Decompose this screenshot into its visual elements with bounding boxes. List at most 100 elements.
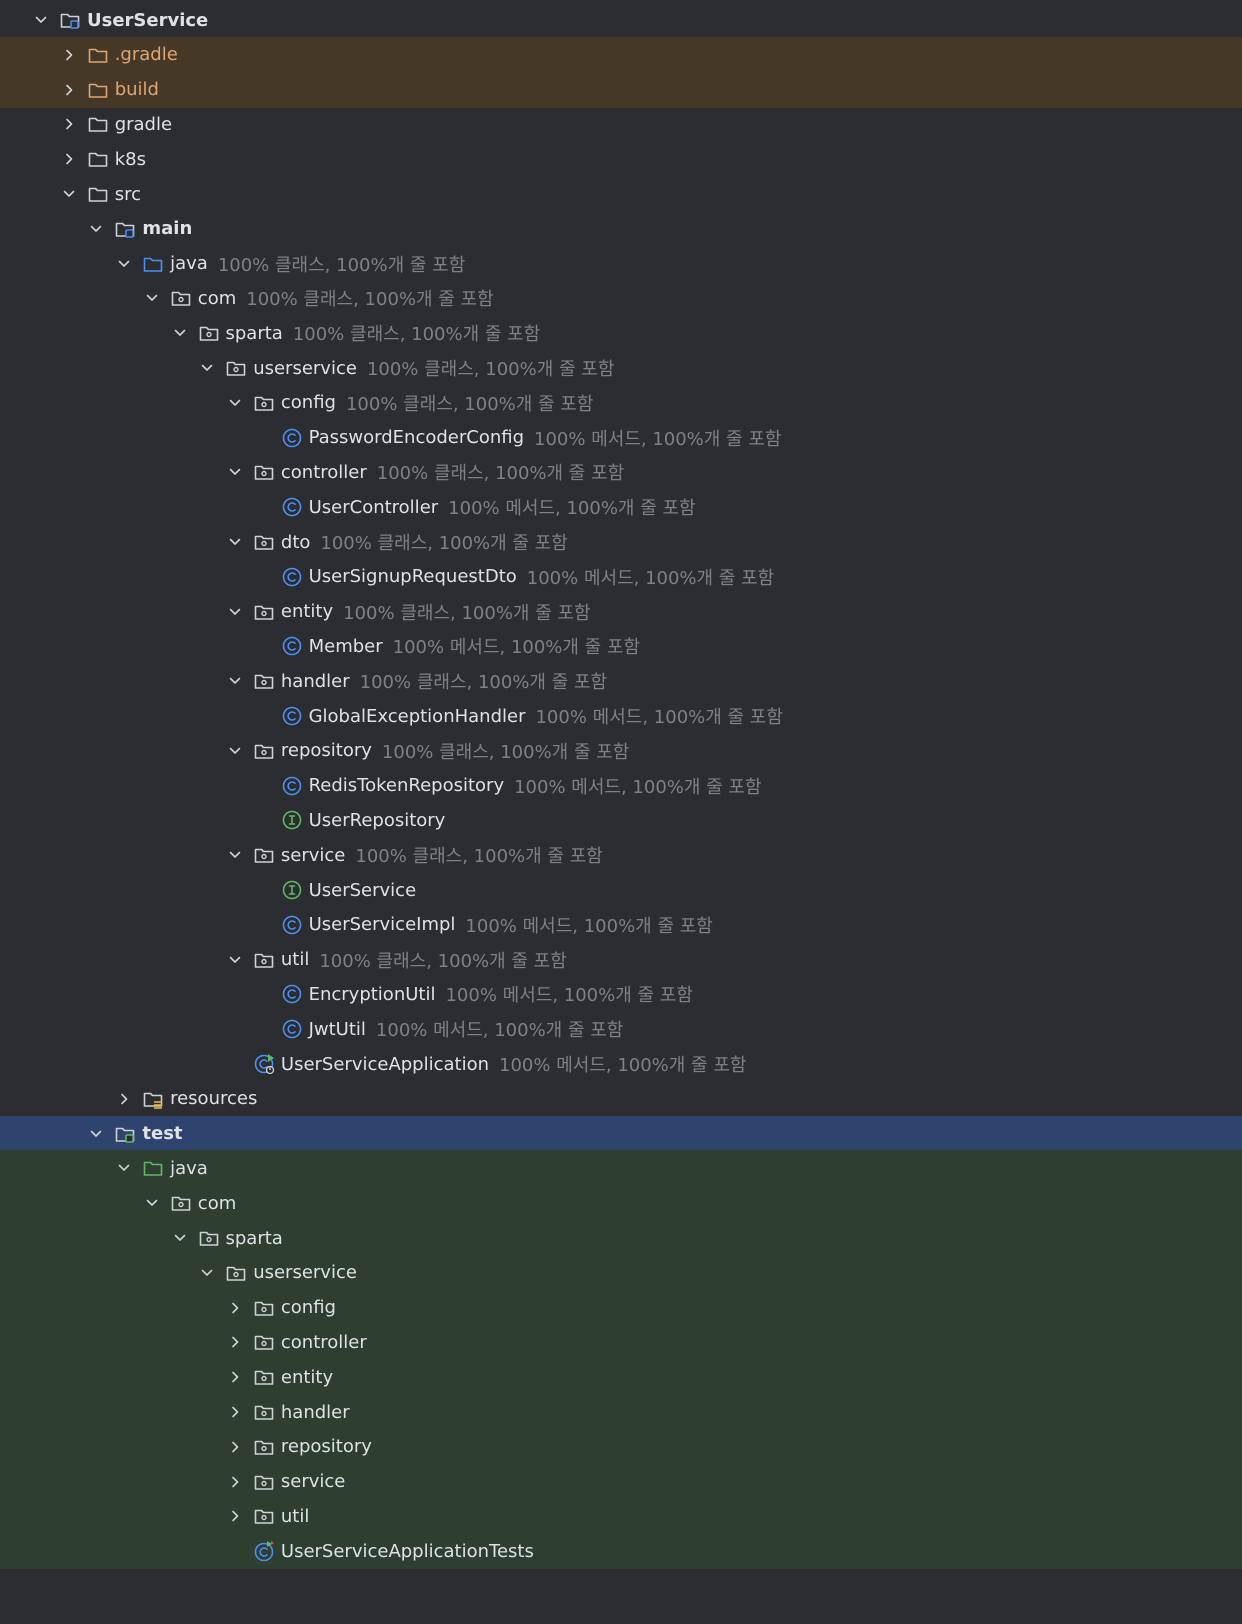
tree-node-label: Member — [308, 635, 383, 657]
tree-node-label: util — [280, 949, 310, 971]
tree-node-entity[interactable]: entity — [0, 1359, 1242, 1396]
tree-node-label: UserServiceImpl — [308, 914, 456, 936]
tree-node-java[interactable]: java 100% 클래스, 100%개 줄 포함 — [0, 246, 1242, 282]
tree-node-sparta[interactable]: sparta — [0, 1220, 1242, 1256]
tree-node-config[interactable]: config 100% 클래스, 100%개 줄 포함 — [0, 385, 1242, 421]
chevron-down-icon[interactable] — [114, 254, 134, 274]
chevron-down-icon[interactable] — [225, 393, 245, 413]
tree-node-userservice[interactable]: UserService — [0, 872, 1242, 908]
tree-node-encryptionutil[interactable]: EncryptionUtil 100% 메서드, 100%개 줄 포함 — [0, 976, 1242, 1012]
chevron-right-icon[interactable] — [225, 1332, 245, 1352]
tree-node-passwordencoderconfig[interactable]: PasswordEncoderConfig 100% 메서드, 100%개 줄 포… — [0, 420, 1242, 456]
chevron-down-icon[interactable] — [225, 602, 245, 622]
coverage-summary: 100% 클래스, 100%개 줄 포함 — [217, 254, 466, 276]
coverage-summary: 100% 메서드, 100%개 줄 포함 — [392, 637, 641, 659]
tree-node-build[interactable]: build — [0, 71, 1242, 108]
tree-node-label: java — [170, 1157, 208, 1179]
chevron-down-icon[interactable] — [142, 1193, 162, 1213]
tree-node-userserviceapplicationtests[interactable]: UserServiceApplicationTests — [0, 1533, 1242, 1570]
chevron-down-icon[interactable] — [225, 671, 245, 691]
tree-node-com[interactable]: com — [0, 1185, 1242, 1222]
coverage-summary: 100% 메서드, 100%개 줄 포함 — [514, 776, 762, 798]
tree-node-gradle[interactable]: gradle — [0, 106, 1242, 142]
chevron-down-icon[interactable] — [225, 845, 245, 865]
chevron-down-icon[interactable] — [86, 1124, 106, 1144]
chevron-right-icon[interactable] — [225, 1298, 245, 1318]
tree-node-userservice[interactable]: userservice — [0, 1254, 1242, 1291]
tree-node-java[interactable]: java — [0, 1150, 1242, 1187]
class-icon — [281, 496, 303, 518]
tree-node-userrepository[interactable]: UserRepository — [0, 802, 1242, 838]
tree-node-sparta[interactable]: sparta 100% 클래스, 100%개 줄 포함 — [0, 315, 1242, 351]
package-icon — [253, 1505, 275, 1527]
chevron-down-icon[interactable] — [197, 358, 217, 378]
tree-node-label: com — [197, 1192, 237, 1214]
chevron-right-icon[interactable] — [225, 1437, 245, 1457]
tree-node-dto[interactable]: dto 100% 클래스, 100%개 줄 포함 — [0, 524, 1242, 560]
chevron-down-icon[interactable] — [86, 219, 106, 239]
tree-node-jwtutil[interactable]: JwtUtil 100% 메서드, 100%개 줄 포함 — [0, 1011, 1242, 1047]
tree-node-userservice[interactable]: userservice 100% 클래스, 100%개 줄 포함 — [0, 350, 1242, 386]
chevron-down-icon[interactable] — [225, 462, 245, 482]
coverage-summary: 100% 클래스, 100%개 줄 포함 — [246, 289, 494, 311]
tree-node-globalexceptionhandler[interactable]: GlobalExceptionHandler 100% 메서드, 100%개 줄 … — [0, 698, 1242, 734]
coverage-summary: 100% 메서드, 100%개 줄 포함 — [526, 567, 775, 589]
tree-node-main[interactable]: main — [0, 211, 1242, 247]
chevron-right-icon[interactable] — [225, 1402, 245, 1422]
tree-node-test[interactable]: test — [0, 1115, 1242, 1152]
tree-node-util[interactable]: util 100% 클래스, 100%개 줄 포함 — [0, 942, 1242, 978]
chevron-down-icon[interactable] — [170, 1228, 190, 1248]
tree-node-userserviceimpl[interactable]: UserServiceImpl 100% 메서드, 100%개 줄 포함 — [0, 907, 1242, 943]
chevron-down-icon[interactable] — [59, 184, 79, 204]
test-source-folder-icon — [142, 1157, 164, 1179]
chevron-right-icon[interactable] — [59, 45, 79, 65]
chevron-down-icon[interactable] — [142, 288, 162, 308]
tree-node-handler[interactable]: handler 100% 클래스, 100%개 줄 포함 — [0, 663, 1242, 699]
chevron-right-icon[interactable] — [59, 80, 79, 100]
chevron-right-icon[interactable] — [225, 1472, 245, 1492]
tree-node-redistokenrepository[interactable]: RedisTokenRepository 100% 메서드, 100%개 줄 포함 — [0, 768, 1242, 804]
tree-node-usersignuprequestdto[interactable]: UserSignupRequestDto 100% 메서드, 100%개 줄 포함 — [0, 559, 1242, 595]
tree-node-controller[interactable]: controller — [0, 1324, 1242, 1361]
tree-node-com[interactable]: com 100% 클래스, 100%개 줄 포함 — [0, 280, 1242, 316]
project-tree: UserService .gradle build gradle k8s src main j… — [0, 0, 1242, 1624]
chevron-right-icon[interactable] — [225, 1367, 245, 1387]
chevron-down-icon[interactable] — [225, 741, 245, 761]
class-icon — [281, 1018, 303, 1040]
chevron-right-icon[interactable] — [225, 1506, 245, 1526]
tree-node-repository[interactable]: repository — [0, 1428, 1242, 1465]
chevron-right-icon[interactable] — [59, 149, 79, 169]
chevron-down-icon[interactable] — [114, 1158, 134, 1178]
tree-node-util[interactable]: util — [0, 1498, 1242, 1535]
tree-node-userserviceapplication[interactable]: UserServiceApplication 100% 메서드, 100%개 줄 … — [0, 1046, 1242, 1082]
source-root-module-icon — [114, 218, 136, 240]
tree-node-gradle[interactable]: .gradle — [0, 36, 1242, 73]
tree-node-service[interactable]: service — [0, 1463, 1242, 1500]
chevron-right-icon[interactable] — [59, 114, 79, 134]
tree-node-repository[interactable]: repository 100% 클래스, 100%개 줄 포함 — [0, 733, 1242, 769]
tree-node-label: UserService — [87, 9, 209, 31]
test-class-icon — [253, 1540, 275, 1562]
chevron-down-icon[interactable] — [170, 323, 190, 343]
tree-node-controller[interactable]: controller 100% 클래스, 100%개 줄 포함 — [0, 454, 1242, 490]
tree-node-handler[interactable]: handler — [0, 1394, 1242, 1430]
chevron-right-icon[interactable] — [114, 1089, 134, 1109]
tree-node-userservice[interactable]: UserService — [0, 2, 1242, 38]
tree-node-resources[interactable]: resources — [0, 1081, 1242, 1117]
tree-node-src[interactable]: src — [0, 176, 1242, 212]
tree-node-label: UserRepository — [308, 809, 446, 831]
coverage-summary: 100% 클래스, 100%개 줄 포함 — [355, 846, 603, 868]
tree-node-k8s[interactable]: k8s — [0, 141, 1242, 177]
tree-node-label: com — [197, 287, 237, 309]
tree-node-label: UserService — [308, 879, 417, 901]
chevron-down-icon[interactable] — [225, 532, 245, 552]
chevron-down-icon[interactable] — [31, 10, 51, 30]
tree-node-config[interactable]: config — [0, 1289, 1242, 1326]
tree-node-usercontroller[interactable]: UserController 100% 메서드, 100%개 줄 포함 — [0, 489, 1242, 525]
tree-node-service[interactable]: service 100% 클래스, 100%개 줄 포함 — [0, 837, 1242, 873]
chevron-down-icon[interactable] — [225, 950, 245, 970]
class-icon — [281, 566, 303, 588]
tree-node-entity[interactable]: entity 100% 클래스, 100%개 줄 포함 — [0, 594, 1242, 630]
chevron-down-icon[interactable] — [197, 1263, 217, 1283]
tree-node-member[interactable]: Member 100% 메서드, 100%개 줄 포함 — [0, 628, 1242, 664]
